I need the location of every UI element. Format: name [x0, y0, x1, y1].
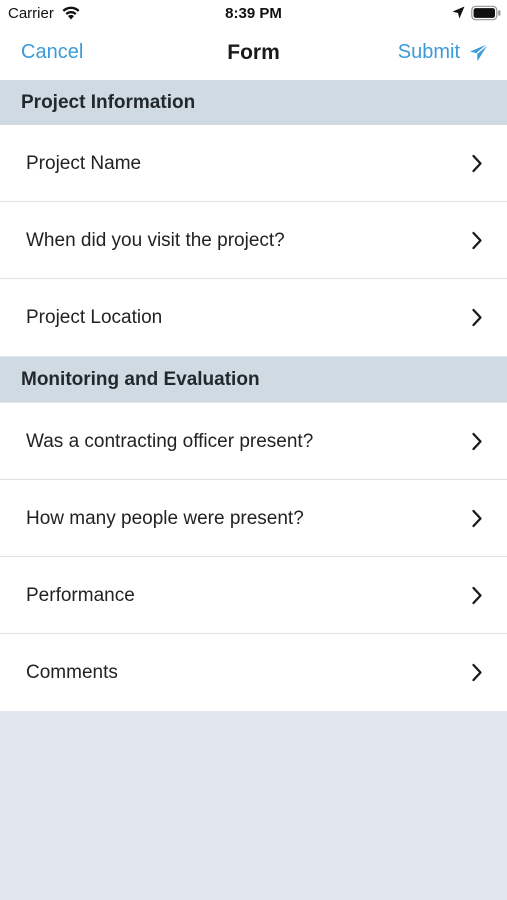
clock: 8:39 PM — [225, 5, 282, 22]
submit-label: Submit — [397, 41, 460, 63]
row-label: When did you visit the project? — [26, 230, 285, 251]
row-label: Was a contracting officer present? — [26, 431, 314, 452]
section-header-project-information: Project Information — [0, 80, 507, 125]
chevron-right-icon — [472, 231, 482, 250]
form-row-project-name[interactable]: Project Name — [0, 125, 507, 202]
row-label: Comments — [26, 662, 118, 683]
chevron-right-icon — [472, 432, 482, 451]
form-row-people-present[interactable]: How many people were present? — [0, 480, 507, 557]
section-header-monitoring-evaluation: Monitoring and Evaluation — [0, 357, 507, 402]
chevron-right-icon — [472, 586, 482, 605]
row-label: Project Location — [26, 307, 163, 328]
top-bar: Carrier 8:39 PM Cancel Form Submit — [0, 0, 507, 81]
section-title: Project Information — [21, 92, 196, 113]
chevron-right-icon — [472, 509, 482, 528]
form-row-comments[interactable]: Comments — [0, 634, 507, 711]
battery-icon — [471, 5, 501, 21]
row-label: How many people were present? — [26, 508, 304, 529]
section-title: Monitoring and Evaluation — [21, 369, 260, 390]
form-row-visit-date[interactable]: When did you visit the project? — [0, 202, 507, 279]
form-row-performance[interactable]: Performance — [0, 557, 507, 634]
send-icon — [470, 42, 489, 61]
row-label: Performance — [26, 585, 135, 606]
row-label: Project Name — [26, 153, 142, 174]
chevron-right-icon — [472, 154, 482, 173]
chevron-right-icon — [472, 308, 482, 327]
form-row-project-location[interactable]: Project Location — [0, 279, 507, 356]
submit-button[interactable]: Submit — [398, 41, 489, 64]
navigation-bar: Cancel Form Submit — [0, 28, 507, 80]
location-arrow-icon — [452, 6, 465, 19]
status-bar: Carrier 8:39 PM — [0, 0, 507, 28]
form-row-contracting-officer[interactable]: Was a contracting officer present? — [0, 403, 507, 480]
chevron-right-icon — [472, 663, 482, 682]
